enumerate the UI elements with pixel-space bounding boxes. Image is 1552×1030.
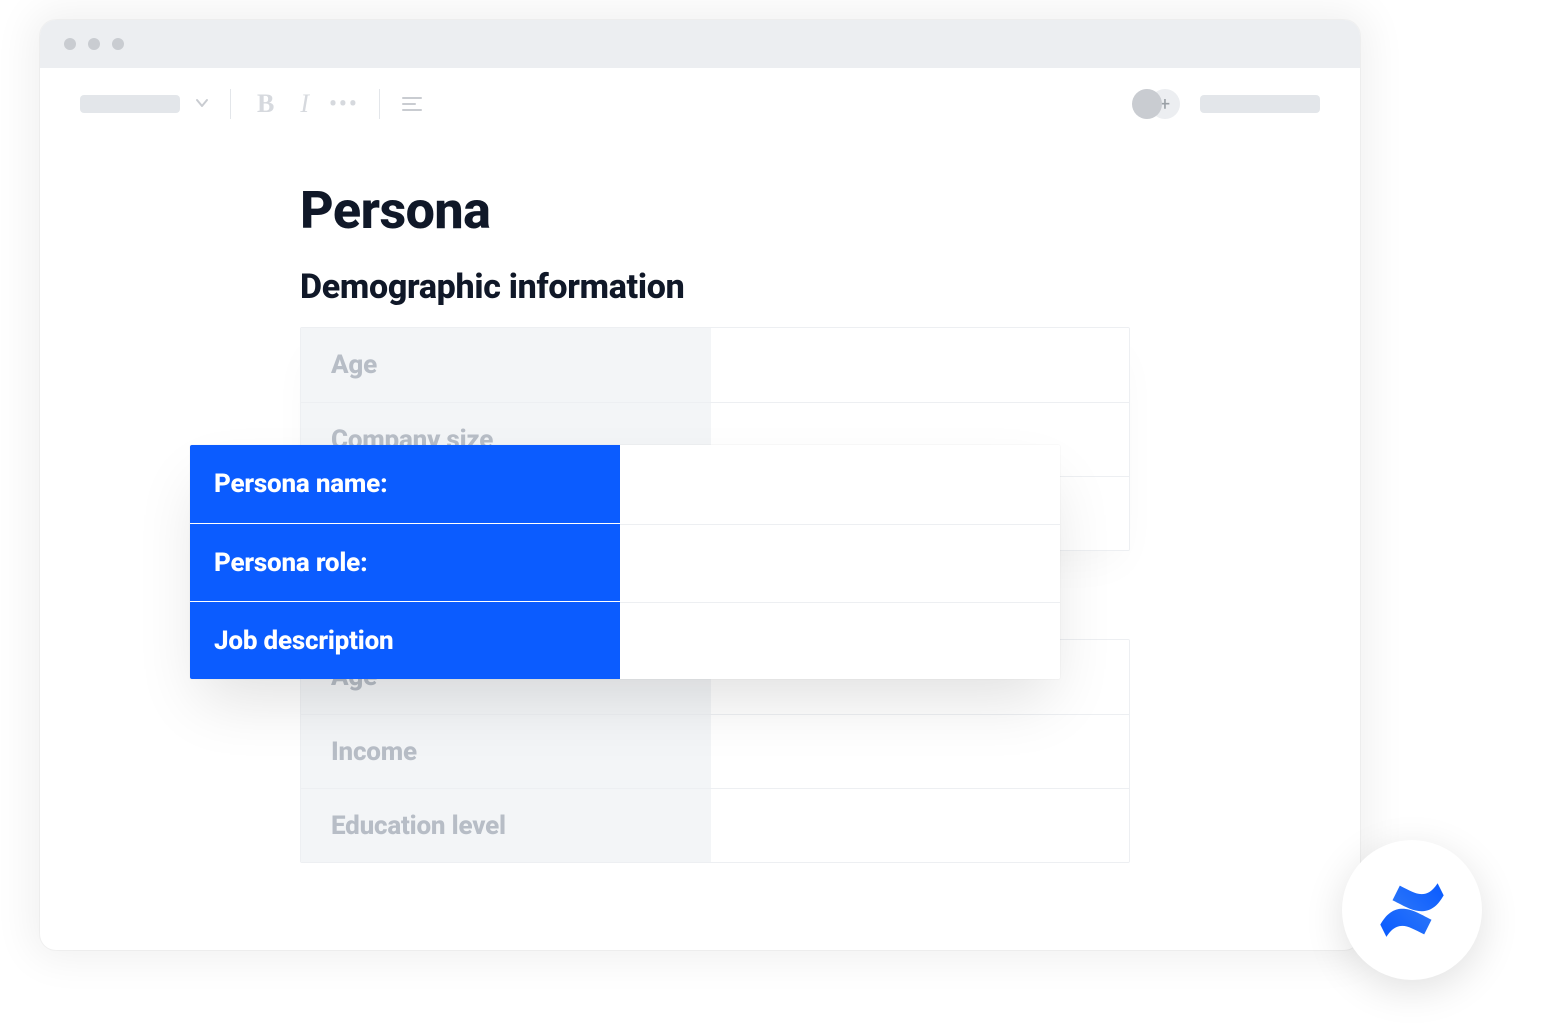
persona-overlay-table[interactable]: Persona name: Persona role: Job descript… bbox=[190, 445, 1060, 679]
table-row[interactable]: Education level bbox=[301, 788, 1129, 862]
row-label: Persona name: bbox=[190, 445, 620, 523]
row-label: Job description bbox=[190, 602, 620, 679]
section-heading: Demographic information bbox=[300, 267, 1360, 307]
row-label: Persona role: bbox=[190, 524, 620, 601]
collaborator-avatars[interactable]: + bbox=[1132, 88, 1184, 120]
row-value[interactable] bbox=[620, 445, 1060, 523]
row-label: Age bbox=[301, 328, 711, 402]
italic-button[interactable]: I bbox=[294, 91, 315, 117]
table-row[interactable]: Persona name: bbox=[190, 445, 1060, 523]
confluence-badge[interactable] bbox=[1342, 840, 1482, 980]
table-row[interactable]: Age bbox=[301, 328, 1129, 402]
page-title: Persona bbox=[300, 180, 1360, 241]
window-dot-zoom[interactable] bbox=[112, 38, 124, 50]
row-value[interactable] bbox=[620, 602, 1060, 679]
toolbar-divider bbox=[230, 89, 231, 119]
align-left-icon[interactable] bbox=[400, 92, 424, 116]
row-label: Income bbox=[301, 715, 711, 788]
window-titlebar bbox=[40, 20, 1360, 68]
more-formatting-button[interactable]: ••• bbox=[329, 92, 359, 117]
confluence-icon bbox=[1373, 871, 1451, 949]
row-value[interactable] bbox=[711, 789, 1129, 862]
table-row[interactable]: Persona role: bbox=[190, 523, 1060, 601]
style-selector-placeholder[interactable] bbox=[80, 95, 180, 113]
toolbar-divider bbox=[379, 89, 380, 119]
row-value[interactable] bbox=[711, 328, 1129, 402]
editor-toolbar: B I ••• + bbox=[40, 68, 1360, 140]
window-dot-close[interactable] bbox=[64, 38, 76, 50]
avatar[interactable] bbox=[1132, 89, 1162, 119]
chevron-down-icon[interactable] bbox=[194, 92, 210, 116]
table-row[interactable]: Job description bbox=[190, 601, 1060, 679]
row-label: Education level bbox=[301, 789, 711, 862]
row-value[interactable] bbox=[711, 715, 1129, 788]
share-button-placeholder[interactable] bbox=[1200, 95, 1320, 113]
bold-button[interactable]: B bbox=[251, 91, 280, 117]
table-row[interactable]: Income bbox=[301, 714, 1129, 788]
row-value[interactable] bbox=[620, 524, 1060, 601]
window-dot-minimize[interactable] bbox=[88, 38, 100, 50]
